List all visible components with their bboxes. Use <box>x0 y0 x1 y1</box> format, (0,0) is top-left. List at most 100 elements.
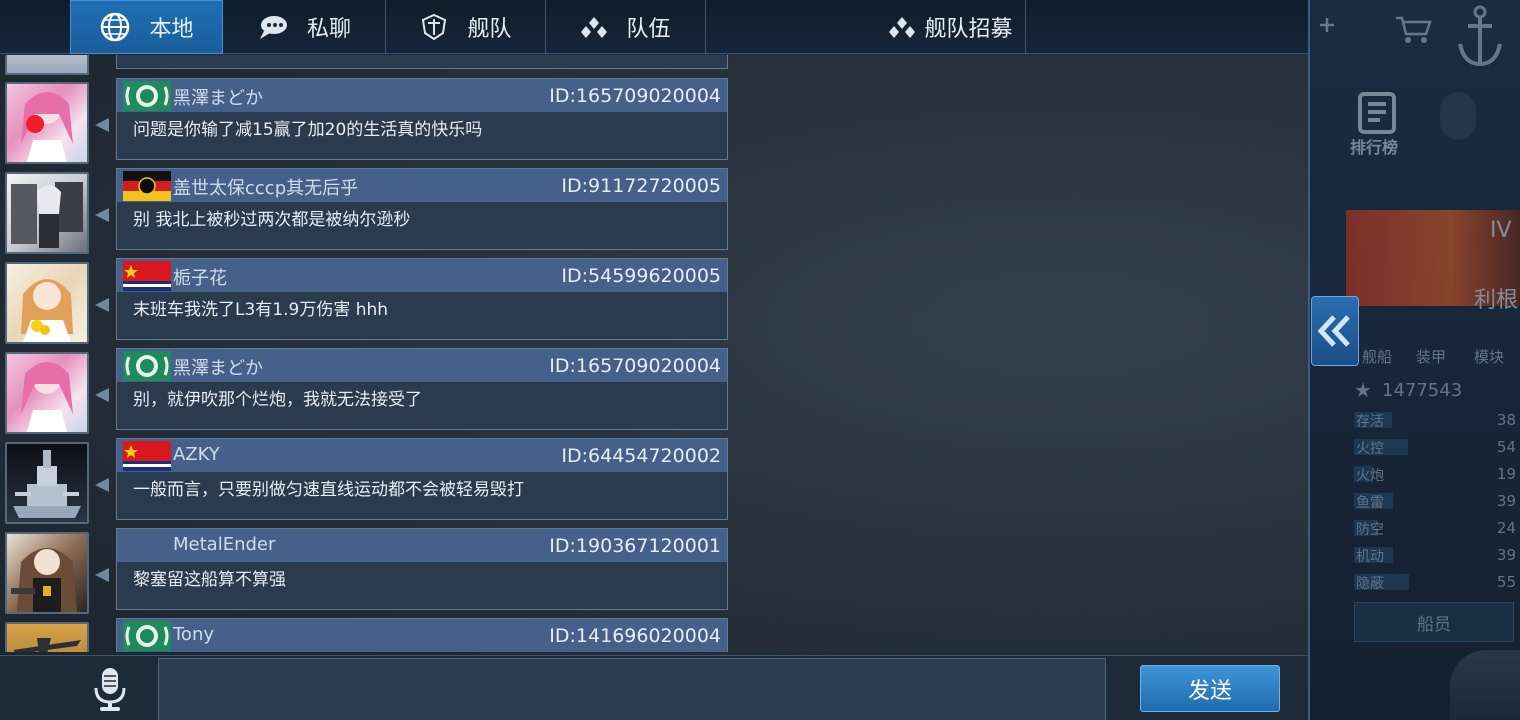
stat-row: 鱼雷 39 <box>1354 491 1520 513</box>
tab-fleet[interactable]: 舰队 <box>386 0 546 54</box>
rating-value: 1477543 <box>1382 380 1463 401</box>
message-text: 问题是你输了减15赢了加20的生活真的快乐吗 <box>133 120 483 140</box>
green-emblem-flag-icon <box>123 621 171 651</box>
sender-name[interactable]: 盖世太保cccp其无后乎 <box>173 174 358 200</box>
message-header: AZKY ID:64454720002 <box>117 439 727 472</box>
message-bubble: 栀子花 ID:54599620005 末班车我洗了L3有1.9万伤害 hhh <box>116 258 728 340</box>
message-text: 末班车我洗了L3有1.9万伤害 hhh <box>133 300 389 320</box>
chat-message: 栀子花 ID:54599620005 末班车我洗了L3有1.9万伤害 hhh <box>0 258 740 344</box>
chat-message: 盖世太保cccp其无后乎 ID:91172720005 别 我北上被秒过两次都是… <box>0 168 740 254</box>
microphone-icon[interactable] <box>90 666 130 712</box>
menu-ship[interactable]: 舰船 <box>1362 346 1392 367</box>
sender-id: ID:91172720005 <box>561 175 721 197</box>
menu-module[interactable]: 模块 <box>1474 346 1504 367</box>
stat-row: 防空 24 <box>1354 518 1520 540</box>
avatar[interactable] <box>5 532 89 614</box>
crew-button[interactable]: 船员 <box>1354 602 1514 642</box>
sender-name[interactable]: Tony <box>173 624 214 645</box>
crew-label: 船员 <box>1417 614 1451 635</box>
avatar[interactable] <box>5 622 89 652</box>
avatar[interactable] <box>5 442 89 524</box>
stat-row: 火控 54 <box>1354 437 1520 459</box>
stat-value: 38 <box>1496 411 1516 429</box>
message-text: 别 我北上被秒过两次都是被纳尔逊秒 <box>133 210 411 230</box>
tab-fleet-recruit[interactable]: 舰队招募 <box>706 0 1026 54</box>
menu-armor[interactable]: 装甲 <box>1416 346 1446 367</box>
ranking-icon[interactable] <box>1354 90 1400 136</box>
message-text: 别，就伊吹那个烂炮，我就无法接受了 <box>133 390 422 410</box>
message-text: 黎塞留这船算不算强 <box>133 570 286 590</box>
sender-id: ID:165709020004 <box>549 355 721 377</box>
stat-label: 隐蔽 <box>1356 576 1384 592</box>
chat-bubble-icon <box>259 16 287 39</box>
avatar[interactable] <box>5 55 89 75</box>
anchor-icon[interactable] <box>1456 4 1504 70</box>
cart-icon[interactable] <box>1394 14 1432 44</box>
ship-name: 利根 <box>1474 288 1519 313</box>
message-header: 黑澤まどか ID:165709020004 <box>117 79 727 112</box>
captain-avatar[interactable] <box>1450 650 1520 720</box>
chat-message: 黑澤まどか ID:165709020004 问题是你输了减15赢了加20的生活真… <box>0 78 740 164</box>
message-header: Tony ID:141696020004 <box>117 619 727 652</box>
avatar[interactable] <box>5 172 89 254</box>
tab-private-chat[interactable]: 私聊 <box>223 0 386 54</box>
sender-name[interactable]: 黑澤まどか <box>173 84 263 110</box>
sender-id: ID:141696020004 <box>549 625 721 647</box>
bubble-pointer <box>95 388 109 402</box>
message-text: 一般而言，只要别做匀速直线运动都不会被轻易毁打 <box>133 480 524 500</box>
ship-tier: IV <box>1490 218 1512 243</box>
chat-message: Tony ID:141696020004 <box>0 618 740 652</box>
bubble-pointer <box>95 298 109 312</box>
message-bubble: 黑澤まどか ID:165709020004 问题是你输了减15赢了加20的生活真… <box>116 78 728 160</box>
stat-value: 39 <box>1496 492 1516 510</box>
tab-label: 舰队招募 <box>924 17 1013 42</box>
sender-id: ID:64454720002 <box>561 445 721 467</box>
chat-message: MetalEnder ID:190367120001 黎塞留这船算不算强 <box>0 528 740 614</box>
plus-icon[interactable] <box>1318 16 1336 34</box>
send-button[interactable]: 发送 <box>1140 665 1280 712</box>
bubble-pointer <box>95 568 109 582</box>
avatar[interactable] <box>5 352 89 434</box>
stat-row: 隐蔽 55 <box>1354 572 1520 594</box>
sender-name[interactable]: MetalEnder <box>173 534 275 555</box>
message-bubble: MetalEnder ID:190367120001 黎塞留这船算不算强 <box>116 528 728 610</box>
sender-name[interactable]: 栀子花 <box>173 264 227 290</box>
stat-value: 39 <box>1496 546 1516 564</box>
chat-message: AZKY ID:64454720002 一般而言，只要别做匀速直线运动都不会被轻… <box>0 438 740 524</box>
sender-id: ID:190367120001 <box>549 535 721 557</box>
message-header: MetalEnder ID:190367120001 <box>117 529 727 562</box>
germany-flag-icon <box>123 171 171 201</box>
avatar[interactable] <box>5 82 89 164</box>
green-emblem-flag-icon <box>123 81 171 111</box>
stat-label: 火炮 <box>1356 468 1384 484</box>
star-icon: ★ <box>1354 378 1372 402</box>
ranking-label[interactable]: 排行榜 <box>1350 134 1398 158</box>
sender-name[interactable]: AZKY <box>173 444 220 465</box>
message-header: 盖世太保cccp其无后乎 ID:91172720005 <box>117 169 727 202</box>
bubble-pointer <box>95 478 109 492</box>
stat-label: 火控 <box>1356 441 1384 457</box>
fleet-shield-icon <box>422 13 447 41</box>
message-bubble: 盖世太保cccp其无后乎 ID:91172720005 别 我北上被秒过两次都是… <box>116 168 728 250</box>
tab-local[interactable]: 本地 <box>70 0 223 54</box>
stat-value: 55 <box>1496 573 1516 591</box>
tab-label: 私聊 <box>306 17 351 42</box>
message-bubble <box>116 55 728 69</box>
avatar[interactable] <box>5 262 89 344</box>
next-arrow-button[interactable] <box>1440 92 1476 140</box>
stat-row: 机动 39 <box>1354 545 1520 567</box>
sender-id: ID:165709020004 <box>549 85 721 107</box>
china-navy-flag-icon <box>123 441 171 471</box>
sender-id: ID:54599620005 <box>561 265 721 287</box>
tab-label: 本地 <box>149 17 194 42</box>
chat-message-list[interactable]: 黑澤まどか ID:165709020004 问题是你输了减15赢了加20的生活真… <box>0 55 740 652</box>
stat-value: 19 <box>1496 465 1516 483</box>
sender-name[interactable]: 黑澤まどか <box>173 354 263 380</box>
collapse-chat-button[interactable] <box>1311 296 1359 366</box>
tab-label: 舰队 <box>467 17 512 42</box>
tab-team[interactable]: 队伍 <box>546 0 706 54</box>
stat-label: 防空 <box>1356 522 1384 538</box>
bubble-pointer <box>95 208 109 222</box>
message-bubble: AZKY ID:64454720002 一般而言，只要别做匀速直线运动都不会被轻… <box>116 438 728 520</box>
chat-input[interactable] <box>158 658 1106 720</box>
